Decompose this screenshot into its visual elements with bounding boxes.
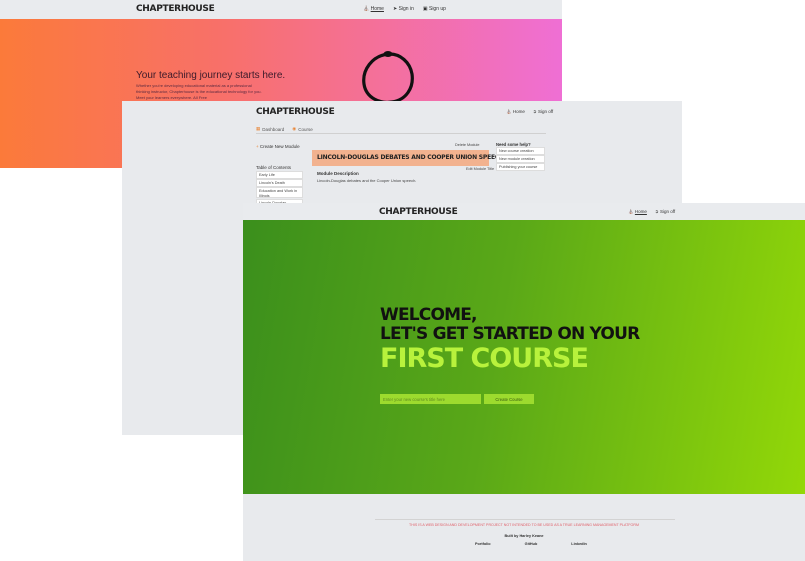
nav-home-label: Home <box>370 6 384 12</box>
tab-bar: ▦ Dashboard ◉ Course <box>256 126 313 132</box>
nav-home-label: Home <box>634 209 647 214</box>
create-course-button[interactable]: Create Course <box>484 394 534 404</box>
tab-divider <box>256 133 546 134</box>
tab-dashboard[interactable]: ▦ Dashboard <box>256 126 284 132</box>
sign-off-icon: ➲ <box>532 109 537 114</box>
dashboard-icon: ▦ <box>256 126 261 131</box>
nav-links: ⛪ Home ➲ Sign off <box>506 109 553 115</box>
footer-linkedin-link[interactable]: LinkedIn <box>571 542 587 546</box>
new-course-screenshot: CHAPTERHOUSE ⛪ Home ➲ Sign off WELCOME, … <box>243 203 805 561</box>
sign-up-icon: ▣ <box>422 6 428 12</box>
nav-home-link[interactable]: ⛪ Home <box>506 109 525 115</box>
sign-off-icon: ➲ <box>654 209 659 214</box>
toc-item[interactable]: Early Life <box>256 171 303 179</box>
hero-welcome: WELCOME, <box>380 305 478 325</box>
module-description-title: Module Description <box>317 171 359 176</box>
hero-get-started: LET'S GET STARTED ON YOUR <box>380 324 640 344</box>
brush-circle-logo <box>358 50 418 106</box>
nav-links: ⛪ Home ➲ Sign off <box>628 209 675 215</box>
course-icon: ◉ <box>292 126 297 131</box>
plus-icon: + <box>256 144 259 149</box>
nav-home-label: Home <box>512 109 525 114</box>
brand-logo[interactable]: CHAPTERHOUSE <box>136 4 215 14</box>
tab-dashboard-label: Dashboard <box>262 126 285 132</box>
home-icon: ⛪ <box>628 209 634 214</box>
hero-subtext: Whether you're developing educational ma… <box>136 83 266 101</box>
sign-in-icon: ➤ <box>392 6 398 12</box>
nav-signup-label: Sign up <box>428 6 446 12</box>
nav-home-link[interactable]: ⛪ Home <box>363 6 384 12</box>
edit-module-title-button[interactable]: Edit Module Title <box>466 167 494 171</box>
course-title-input[interactable] <box>380 394 481 404</box>
top-navbar: CHAPTERHOUSE ⛪ Home ➲ Sign off <box>243 203 805 220</box>
footer-github-link[interactable]: GitHub <box>525 542 538 546</box>
nav-signoff-link[interactable]: ➲ Sign off <box>533 109 553 115</box>
home-icon: ⛪ <box>363 6 370 12</box>
tab-course-label: Course <box>298 126 313 132</box>
create-module-label: Create New Module <box>259 144 300 149</box>
brand-logo[interactable]: CHAPTERHOUSE <box>256 107 335 117</box>
nav-signoff-label: Sign off <box>659 209 676 214</box>
toc-title: Table of Contents <box>256 165 292 170</box>
footer-disclaimer: THIS IS A WEB DESIGN AND DEVELOPMENT PRO… <box>409 523 639 527</box>
help-item[interactable]: Publishing your course <box>496 163 545 171</box>
nav-signup-link[interactable]: ▣ Sign up <box>423 6 446 12</box>
tab-course[interactable]: ◉ Course <box>292 126 312 132</box>
footer-built-by: Built by Harley Keane <box>504 534 544 538</box>
nav-links: ⛪ Home ➤ Sign in ▣ Sign up <box>363 6 446 12</box>
nav-signoff-label: Sign off <box>537 109 554 114</box>
nav-signoff-link[interactable]: ➲ Sign off <box>655 209 675 215</box>
nav-home-link[interactable]: ⛪ Home <box>628 209 647 215</box>
footer-portfolio-link[interactable]: Portfolio <box>475 542 491 546</box>
toc-item[interactable]: Lincoln's Death <box>256 179 303 187</box>
module-description-text: Lincoln-Douglas debates and the Cooper U… <box>317 178 417 183</box>
brand-logo[interactable]: CHAPTERHOUSE <box>379 207 458 217</box>
module-title: LINCOLN-DOUGLAS DEBATES AND COOPER UNION… <box>317 154 504 161</box>
top-navbar: CHAPTERHOUSE ⛪ Home ➤ Sign in ▣ Sign up <box>0 0 562 19</box>
delete-module-button[interactable]: Delete Module <box>455 143 479 147</box>
help-item[interactable]: New module creation <box>496 155 545 163</box>
nav-signin-link[interactable]: ➤ Sign in <box>393 6 414 12</box>
nav-signin-label: Sign in <box>398 6 414 12</box>
create-module-button[interactable]: + Create New Module <box>256 144 300 149</box>
module-title-banner: LINCOLN-DOUGLAS DEBATES AND COOPER UNION… <box>312 150 504 166</box>
hero-headline: Your teaching journey starts here. <box>136 70 286 81</box>
footer-divider <box>375 519 675 520</box>
footer-links: Portfolio GitHub LinkedIn <box>475 542 587 546</box>
home-icon: ⛪ <box>506 109 512 114</box>
toc-item[interactable]: Education and Work in Illinois <box>256 187 303 198</box>
hero-section: WELCOME, LET'S GET STARTED ON YOUR FIRST… <box>243 220 805 494</box>
hero-first-course: FIRST COURSE <box>380 343 589 374</box>
help-item[interactable]: New course creation <box>496 147 545 155</box>
